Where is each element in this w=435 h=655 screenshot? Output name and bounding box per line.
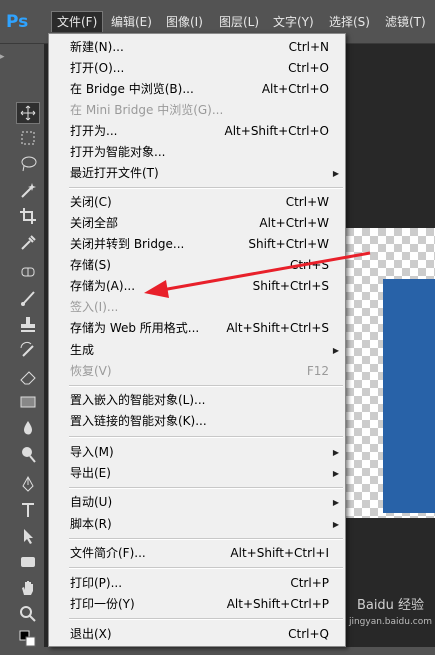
menu-item-close-goto-bridge[interactable]: 关闭并转到 Bridge... Shift+Ctrl+W <box>49 234 345 255</box>
brush-icon[interactable] <box>16 288 40 310</box>
type-icon[interactable] <box>16 500 40 522</box>
move-icon[interactable] <box>16 102 40 124</box>
menu-item-file-info[interactable]: 文件简介(F)... Alt+Shift+Ctrl+I <box>49 543 345 564</box>
blue-rectangle <box>383 279 435 513</box>
menu-item-open[interactable]: 打开(O)... Ctrl+O <box>49 58 345 79</box>
menu-item-print[interactable]: 打印(P)... Ctrl+P <box>49 573 345 594</box>
menu-separator <box>69 436 343 438</box>
menu-type[interactable]: 文字(Y) <box>273 12 314 32</box>
menu-item-scripts[interactable]: 脚本(R) ▶ <box>49 514 345 535</box>
menu-layer[interactable]: 图层(L) <box>219 12 259 32</box>
crop-icon[interactable] <box>16 206 40 228</box>
submenu-arrow-icon: ▶ <box>332 469 339 478</box>
file-menu-dropdown: 新建(N)... Ctrl+N 打开(O)... Ctrl+O 在 Bridge 中… <box>48 33 346 647</box>
menu-item-save-for-web[interactable]: 存储为 Web 所用格式... Alt+Shift+Ctrl+S <box>49 318 345 339</box>
menu-filter[interactable]: 滤镜(T) <box>385 12 426 32</box>
submenu-arrow-icon: ▶ <box>332 520 339 529</box>
panel-grip-icon: ▸ <box>0 52 5 62</box>
menu-item-browse-bridge[interactable]: 在 Bridge 中浏览(B)... Alt+Ctrl+O <box>49 79 345 100</box>
hand-icon[interactable] <box>16 578 40 600</box>
blur-icon[interactable] <box>16 418 40 440</box>
pen-icon[interactable] <box>16 474 40 496</box>
zoom-icon[interactable] <box>16 604 40 626</box>
menu-item-browse-mini-bridge: 在 Mini Bridge 中浏览(G)... <box>70 103 224 117</box>
tools-panel: ▸ <box>0 44 44 647</box>
menu-item-export[interactable]: 导出(E) ▶ <box>49 463 345 484</box>
menu-item-recent-files[interactable]: 最近打开文件(T) ▶ <box>49 163 345 184</box>
marquee-icon[interactable] <box>16 128 40 150</box>
baidu-watermark: Baidu 经验 jingyan.baidu.com <box>348 598 433 627</box>
menu-separator <box>69 567 343 569</box>
menu-edit[interactable]: 编辑(E) <box>111 12 152 32</box>
menu-item-import[interactable]: 导入(M) ▶ <box>49 442 345 463</box>
menu-separator <box>69 538 343 540</box>
gradient-icon[interactable] <box>16 392 40 414</box>
eyedropper-icon[interactable] <box>16 232 40 254</box>
menu-image[interactable]: 图像(I) <box>166 12 203 32</box>
menu-item-place-linked[interactable]: 置入链接的智能对象(K)... <box>49 411 345 432</box>
path-select-icon[interactable] <box>16 526 40 548</box>
menu-separator <box>69 385 343 387</box>
menu-item-generate[interactable]: 生成 ▶ <box>49 340 345 361</box>
menu-item-new[interactable]: 新建(N)... Ctrl+N <box>49 37 345 58</box>
menu-item-open-smart-object[interactable]: 打开为智能对象... <box>49 142 345 163</box>
menu-separator <box>69 187 343 189</box>
menu-item-close[interactable]: 关闭(C) Ctrl+W <box>49 192 345 213</box>
menu-item-check-in: 签入(I)... <box>70 300 119 314</box>
shape-icon[interactable] <box>16 552 40 574</box>
menu-file[interactable]: 文件(F) <box>51 11 104 32</box>
menu-item-save-as[interactable]: 存储为(A)... Shift+Ctrl+S <box>49 276 345 297</box>
lasso-icon[interactable] <box>16 154 40 176</box>
menu-item-save[interactable]: 存储(S) Ctrl+S <box>49 255 345 276</box>
magic-wand-icon[interactable] <box>16 180 40 202</box>
submenu-arrow-icon: ▶ <box>332 498 339 507</box>
menu-item-revert: 恢复(V) F12 <box>70 364 329 378</box>
history-brush-icon[interactable] <box>16 340 40 362</box>
menu-select[interactable]: 选择(S) <box>329 12 370 32</box>
menu-separator <box>69 487 343 489</box>
menu-item-automate[interactable]: 自动(U) ▶ <box>49 492 345 513</box>
menu-item-print-one-copy[interactable]: 打印一份(Y) Alt+Shift+Ctrl+P <box>49 594 345 615</box>
dodge-icon[interactable] <box>16 444 40 466</box>
submenu-arrow-icon: ▶ <box>332 448 339 457</box>
menu-item-open-as[interactable]: 打开为... Alt+Shift+Ctrl+O <box>49 121 345 142</box>
spot-heal-icon[interactable] <box>16 262 40 284</box>
photoshop-logo: Ps <box>6 12 29 32</box>
submenu-arrow-icon: ▶ <box>332 169 339 178</box>
menu-separator <box>69 618 343 620</box>
stamp-icon[interactable] <box>16 314 40 336</box>
eraser-icon[interactable] <box>16 366 40 388</box>
submenu-arrow-icon: ▶ <box>332 346 339 355</box>
menu-item-exit[interactable]: 退出(X) Ctrl+Q <box>49 624 345 645</box>
menu-item-place-embedded[interactable]: 置入嵌入的智能对象(L)... <box>49 390 345 411</box>
menu-item-close-all[interactable]: 关闭全部 Alt+Ctrl+W <box>49 213 345 234</box>
